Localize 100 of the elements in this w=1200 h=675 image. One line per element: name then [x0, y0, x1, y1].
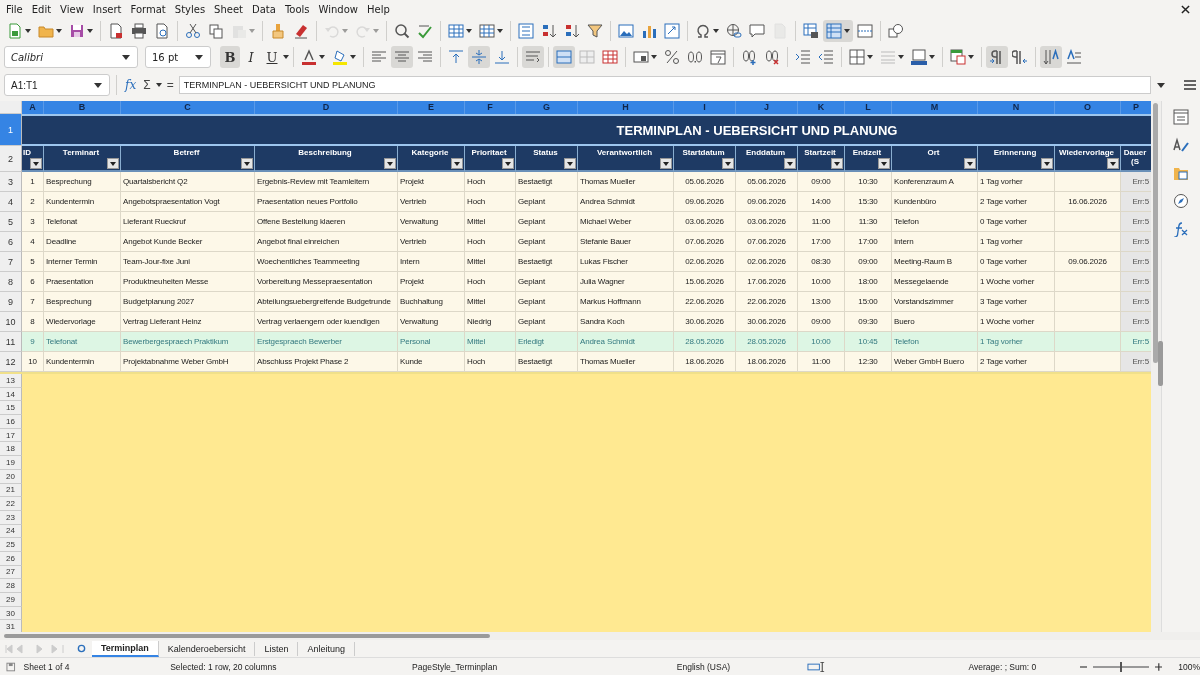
column-header[interactable]: N — [978, 101, 1055, 114]
column-header[interactable]: C — [121, 101, 255, 114]
row-header[interactable]: 4 — [0, 192, 22, 212]
vertical-text-button[interactable] — [1040, 46, 1062, 68]
column-header[interactable]: F — [465, 101, 516, 114]
filter-button[interactable] — [564, 158, 576, 169]
column-header[interactable]: K — [798, 101, 845, 114]
caret-icon[interactable] — [350, 55, 356, 59]
styles-icon[interactable] — [1173, 137, 1189, 153]
font-name-field[interactable]: Calibri — [4, 46, 138, 68]
sheet-tab[interactable]: Terminplan — [92, 640, 159, 657]
caret-icon[interactable] — [497, 29, 503, 33]
row-header[interactable]: 13 — [0, 374, 22, 388]
filter-button[interactable] — [1041, 158, 1053, 169]
sheet-tab[interactable]: Listen — [255, 641, 299, 656]
row-header[interactable]: 11 — [0, 332, 22, 352]
caret-icon[interactable] — [466, 29, 472, 33]
column-header[interactable]: H — [578, 101, 674, 114]
menu-item[interactable]: Window — [316, 3, 364, 15]
filter-button[interactable] — [964, 158, 976, 169]
filter-button[interactable] — [1107, 158, 1119, 169]
caret-icon[interactable] — [94, 82, 102, 88]
caret-icon[interactable] — [87, 29, 93, 33]
row-header[interactable]: 9 — [0, 292, 22, 312]
caret-icon[interactable] — [155, 83, 162, 87]
add-sheet-icon[interactable] — [77, 644, 86, 653]
row-header[interactable]: 2 — [0, 146, 22, 172]
row-header[interactable]: 31 — [0, 620, 22, 632]
menu-item[interactable]: Data — [250, 3, 282, 15]
column-header[interactable]: I — [674, 101, 736, 114]
caret-icon[interactable] — [929, 55, 935, 59]
row-header[interactable]: 6 — [0, 232, 22, 252]
vertical-scrollbar[interactable] — [1151, 101, 1162, 632]
caret-icon[interactable] — [867, 55, 873, 59]
caret-icon[interactable] — [122, 54, 130, 60]
gallery-icon[interactable] — [1173, 165, 1189, 181]
caret-icon[interactable] — [25, 29, 31, 33]
expand-caret-icon[interactable] — [1156, 82, 1165, 88]
border-color-button[interactable] — [908, 46, 938, 68]
filter-button[interactable] — [722, 158, 734, 169]
filter-button[interactable] — [660, 158, 672, 169]
caret-icon[interactable] — [844, 29, 850, 33]
function-wizard-button[interactable]: fx — [123, 78, 139, 92]
row-header[interactable]: 29 — [0, 593, 22, 607]
column-header[interactable]: O — [1055, 101, 1121, 114]
menu-item[interactable]: Edit — [29, 3, 58, 15]
menu-icon[interactable] — [1183, 80, 1196, 90]
row-header[interactable]: 25 — [0, 538, 22, 552]
menu-item[interactable]: File — [4, 3, 29, 15]
formula-button[interactable]: = — [164, 78, 176, 92]
filter-button[interactable] — [241, 158, 253, 169]
row-header[interactable]: 7 — [0, 252, 22, 272]
merge-cells-button[interactable] — [553, 46, 575, 68]
menu-item[interactable]: Tools — [282, 3, 316, 15]
formula-input[interactable]: TERMINPLAN - UEBERSICHT UND PLANUNG — [178, 76, 1151, 94]
sum-button[interactable]: Σ — [141, 78, 153, 92]
menu-item[interactable]: Format — [128, 3, 172, 15]
row-header[interactable]: 10 — [0, 312, 22, 332]
row-header[interactable]: 15 — [0, 401, 22, 416]
paragraph-ltr-button[interactable] — [986, 46, 1008, 68]
row-header[interactable]: 8 — [0, 272, 22, 292]
row-header[interactable]: 28 — [0, 579, 22, 593]
column-header[interactable]: M — [892, 101, 978, 114]
row-header[interactable]: 18 — [0, 442, 22, 457]
close-icon[interactable] — [1181, 4, 1190, 14]
row-header[interactable]: 16 — [0, 415, 22, 429]
borders-button[interactable] — [846, 46, 876, 68]
caret-icon[interactable] — [283, 55, 289, 59]
navigator-icon[interactable] — [1173, 193, 1189, 209]
row-header[interactable]: 19 — [0, 456, 22, 470]
caret-icon[interactable] — [713, 29, 719, 33]
menu-item[interactable]: Help — [365, 3, 396, 15]
functions-icon[interactable] — [1173, 221, 1189, 237]
menu-item[interactable]: Insert — [90, 3, 128, 15]
row-header[interactable]: 1 — [0, 114, 22, 146]
caret-icon[interactable] — [56, 29, 62, 33]
properties-icon[interactable] — [1173, 109, 1189, 125]
caret-icon[interactable] — [651, 55, 657, 59]
font-size-field[interactable]: 16 pt — [145, 46, 211, 68]
filter-button[interactable] — [384, 158, 396, 169]
sidebar-handle[interactable] — [1158, 341, 1164, 386]
caret-icon[interactable] — [968, 55, 974, 59]
menu-item[interactable]: Sheet — [212, 3, 250, 15]
menu-item[interactable]: View — [58, 3, 90, 15]
filter-button[interactable] — [502, 158, 514, 169]
conditional-format-button[interactable] — [947, 46, 977, 68]
caret-icon[interactable] — [319, 55, 325, 59]
filter-button[interactable] — [451, 158, 463, 169]
row-header[interactable]: 5 — [0, 212, 22, 232]
italic-button[interactable]: I — [241, 46, 261, 68]
column-header[interactable]: D — [255, 101, 398, 114]
column-header[interactable]: P — [1121, 101, 1152, 114]
sheet-tab[interactable]: Kalenderoebersicht — [158, 641, 256, 656]
filter-button[interactable] — [878, 158, 890, 169]
column-header[interactable]: G — [516, 101, 578, 114]
pivot-table-button[interactable] — [661, 20, 683, 42]
column-header[interactable]: L — [845, 101, 892, 114]
caret-icon[interactable] — [195, 54, 203, 60]
sheet-tab[interactable]: Anleitung — [298, 641, 355, 656]
filter-button[interactable] — [30, 158, 42, 169]
